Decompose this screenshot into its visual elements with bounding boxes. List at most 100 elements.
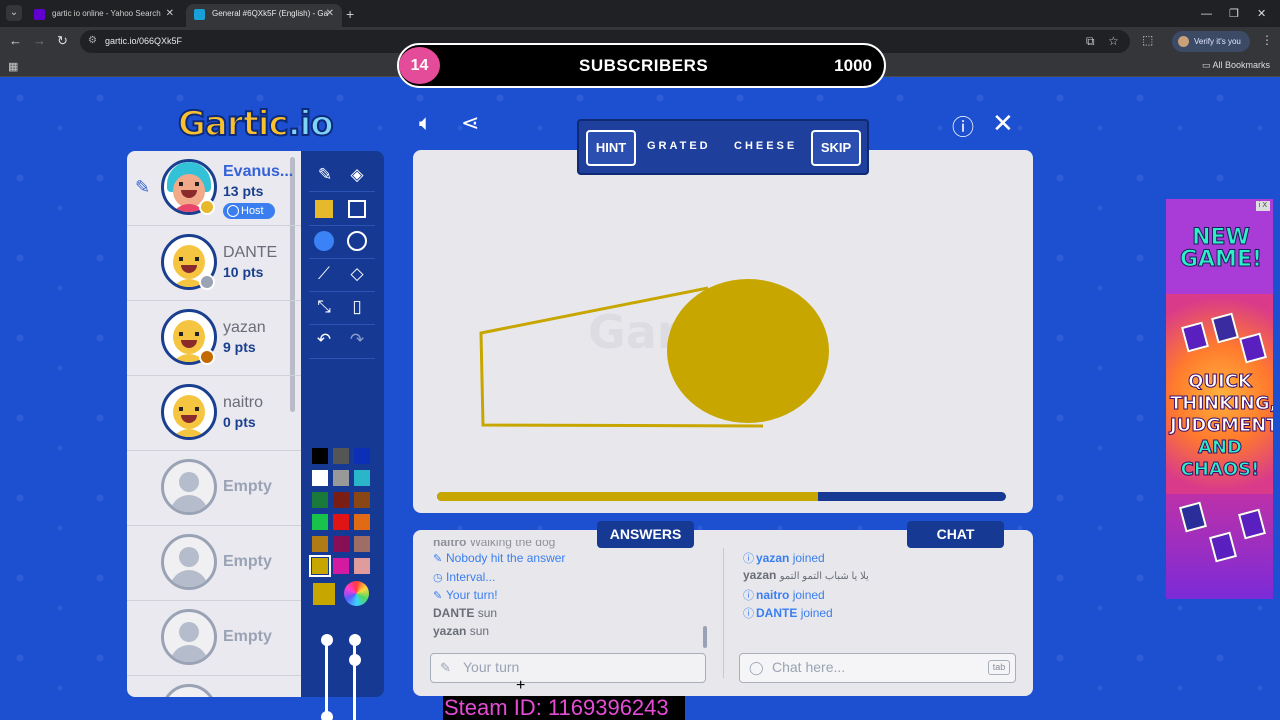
circle-tool-icon[interactable] [343,227,371,255]
color-swatch[interactable] [333,558,349,574]
player-card[interactable]: yazan 9 pts [127,301,301,376]
color-swatch[interactable] [333,448,349,464]
pencil-tool-icon[interactable]: ✎ [311,161,339,189]
eyedropper-tool-icon[interactable]: ⤡ [310,293,338,321]
fill-bucket-tool-icon[interactable]: ◇ [343,260,371,288]
gartic-logo: Gartic.io [177,103,335,145]
verify-profile-button[interactable]: Verify it's you [1172,31,1250,52]
info-icon: ⓘ [743,590,754,602]
empty-slot: Empty [127,451,301,526]
line-tool-icon[interactable]: ⟋ [310,260,338,288]
tab-search-icon[interactable]: ⌄ [6,5,22,21]
brush-size-knob[interactable] [349,654,361,666]
hint-button[interactable]: HINT [586,130,636,166]
extensions-icon[interactable]: ⬚ [1142,33,1153,47]
tab-yahoo-search[interactable]: gartic io online - Yahoo Search ✕ [26,4,182,27]
sound-icon[interactable]: 🔈︎ [419,110,432,136]
chat-text: joined [800,606,833,620]
pencil-icon: ✎ [433,590,443,602]
filled-rectangle-tool-icon[interactable] [310,194,338,222]
minimize-icon[interactable]: — [1201,4,1212,24]
answer-item: ◷ Interval... [433,570,495,584]
answer-input[interactable]: ✎ Your turn [430,653,706,683]
site-info-icon[interactable]: ⚙ [88,35,97,46]
drawing-tools-panel: ✎ ◈ ⟋ ◇ ⤡ ▯ ↶ ↷ [301,151,384,720]
color-swatch[interactable] [333,536,349,552]
color-swatch[interactable] [312,492,328,508]
restore-icon[interactable]: ❐ [1229,4,1239,24]
ad-line: THINKING, [1170,393,1274,415]
rectangle-tool-icon[interactable] [343,194,371,222]
answer-text: Your turn! [446,588,498,602]
empty-label: Empty [223,478,272,495]
color-swatch[interactable] [333,470,349,486]
answer-item: naitro Walking the dog [433,540,555,549]
menu-kebab-icon[interactable]: ⋮ [1261,33,1273,47]
color-swatch[interactable] [312,470,328,486]
player-card[interactable]: DANTE 10 pts [127,226,301,301]
apps-grid-icon[interactable]: ▦ [8,60,18,73]
player-card-self[interactable]: ✎ Evanus... 13 pts Host [127,151,301,226]
filled-circle-tool-icon[interactable] [310,227,338,255]
skip-button[interactable]: SKIP [811,130,861,166]
color-swatch[interactable] [333,492,349,508]
back-icon[interactable]: ← [9,33,22,49]
chat-item: ⓘ DANTE joined [743,605,833,621]
player-card[interactable]: naitro 0 pts [127,376,301,451]
ad-card-icon [1209,531,1237,563]
color-swatch[interactable] [354,558,370,574]
ad-choices-icon[interactable]: i X [1256,201,1270,211]
color-swatch[interactable] [354,514,370,530]
color-swatch[interactable] [354,492,370,508]
steam-id-overlay: Steam ID: 1169396243 [443,696,685,720]
color-swatch[interactable] [312,514,328,530]
install-app-icon[interactable]: ⧉ [1086,34,1095,49]
close-room-icon[interactable]: ✕ [992,108,1014,139]
tab-close-icon[interactable]: ✕ [326,4,334,24]
empty-slot: Empty [127,526,301,601]
tab-gartic[interactable]: General #6QXk5F (English) - Ga ✕ [186,4,342,27]
color-swatch[interactable] [354,470,370,486]
bookmark-star-icon[interactable]: ☆ [1108,34,1119,48]
ad-card-icon [1179,501,1207,533]
clock-icon: ◷ [433,572,443,584]
undo-tool-icon[interactable]: ↶ [310,326,338,354]
redo-tool-icon[interactable]: ↷ [343,326,371,354]
drawing-canvas[interactable]: Gartic [413,150,1033,513]
empty-avatar-icon [161,459,217,515]
opacity-slider-knob-bottom[interactable] [321,711,333,720]
color-swatch[interactable] [309,555,331,577]
current-color-swatch[interactable] [313,583,335,605]
info-icon[interactable]: ⓘ [952,110,974,142]
forward-icon[interactable]: → [33,33,46,49]
color-swatch[interactable] [312,536,328,552]
brush-size-knob-top[interactable] [349,634,361,646]
color-swatch[interactable] [354,448,370,464]
window-close-icon[interactable]: ✕ [1257,4,1266,24]
new-tab-icon[interactable]: + [346,4,354,24]
ad-line: AND [1198,437,1243,459]
answer-item: DANTE sun [433,606,497,620]
eraser-tool-icon[interactable]: ◈ [343,161,371,189]
color-swatch[interactable] [312,448,328,464]
opacity-slider[interactable] [325,641,328,720]
all-bookmarks-button[interactable]: ▭ All Bookmarks [1202,60,1270,71]
answers-scrollbar[interactable] [703,626,707,648]
pencil-icon: ✎ [433,553,443,565]
gartic-favicon-icon [194,9,205,20]
chat-bubble-icon: ◯ [749,660,764,675]
color-wheel-icon[interactable] [344,581,369,606]
brush-size-slider[interactable] [353,641,356,720]
advertisement-banner[interactable]: i X NEW GAME! QUICK THINKING, JUDGMENT A… [1166,199,1273,599]
share-icon[interactable]: ⋖ [461,110,479,136]
ad-headline: NEW GAME! [1179,225,1263,272]
color-swatch[interactable] [333,514,349,530]
chat-input[interactable]: ◯ Chat here... tab [739,653,1016,683]
opacity-slider-knob[interactable] [321,634,333,646]
info-icon: ⓘ [743,608,754,620]
tab-close-icon[interactable]: ✕ [166,4,174,24]
color-swatch[interactable] [354,536,370,552]
reload-icon[interactable]: ↻ [57,33,68,49]
chat-tab[interactable]: CHAT [907,521,1004,548]
clear-page-tool-icon[interactable]: ▯ [343,293,371,321]
